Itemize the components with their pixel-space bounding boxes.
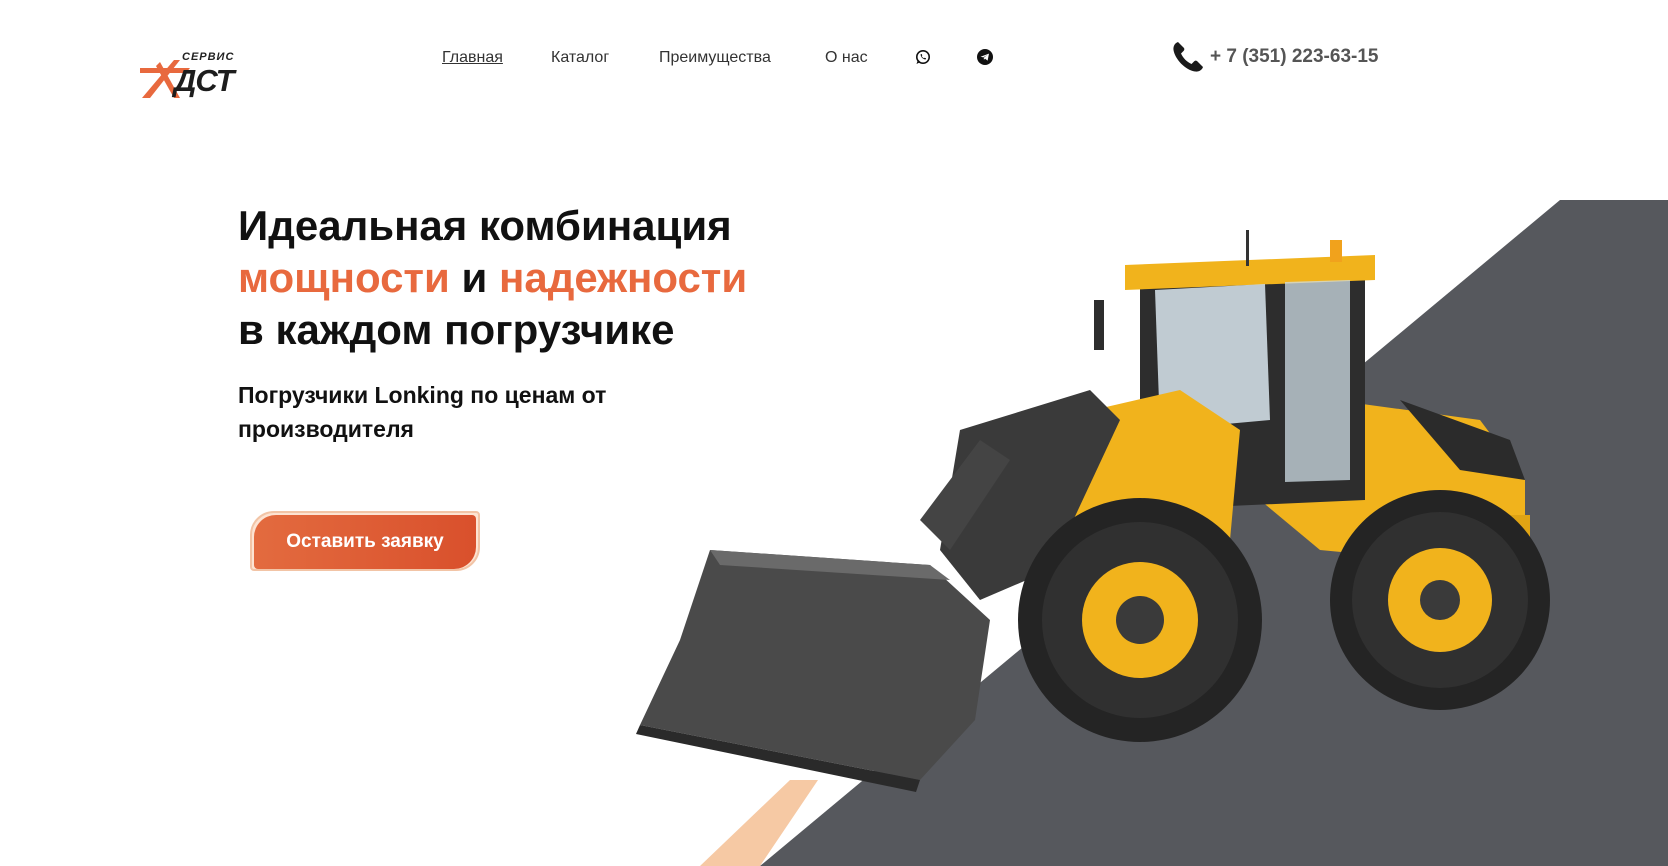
logo-small-text: СЕРВИС bbox=[182, 51, 235, 63]
cta-wrapper: Оставить заявку bbox=[250, 511, 480, 573]
nav-link-about[interactable]: О нас bbox=[825, 49, 868, 67]
phone-icon bbox=[1171, 40, 1205, 74]
brand-logo[interactable]: СЕРВИС ДСТ bbox=[140, 46, 262, 102]
nav-link-advantages[interactable]: Преимущества bbox=[659, 49, 771, 67]
wheel-loader-image bbox=[620, 220, 1550, 820]
logo-main-text: ДСТ bbox=[174, 63, 235, 98]
leave-request-button[interactable]: Оставить заявку bbox=[254, 515, 476, 569]
headline-connector: и bbox=[461, 254, 488, 301]
whatsapp-icon[interactable] bbox=[915, 49, 931, 65]
phone-contact[interactable]: + 7 (351) 223-63-15 bbox=[1171, 40, 1378, 74]
headline-accent-power: мощности bbox=[238, 254, 450, 301]
phone-number: + 7 (351) 223-63-15 bbox=[1210, 46, 1379, 67]
telegram-icon[interactable] bbox=[977, 49, 993, 65]
nav-link-home[interactable]: Главная bbox=[442, 49, 503, 67]
nav-link-catalog[interactable]: Каталог bbox=[551, 49, 609, 67]
